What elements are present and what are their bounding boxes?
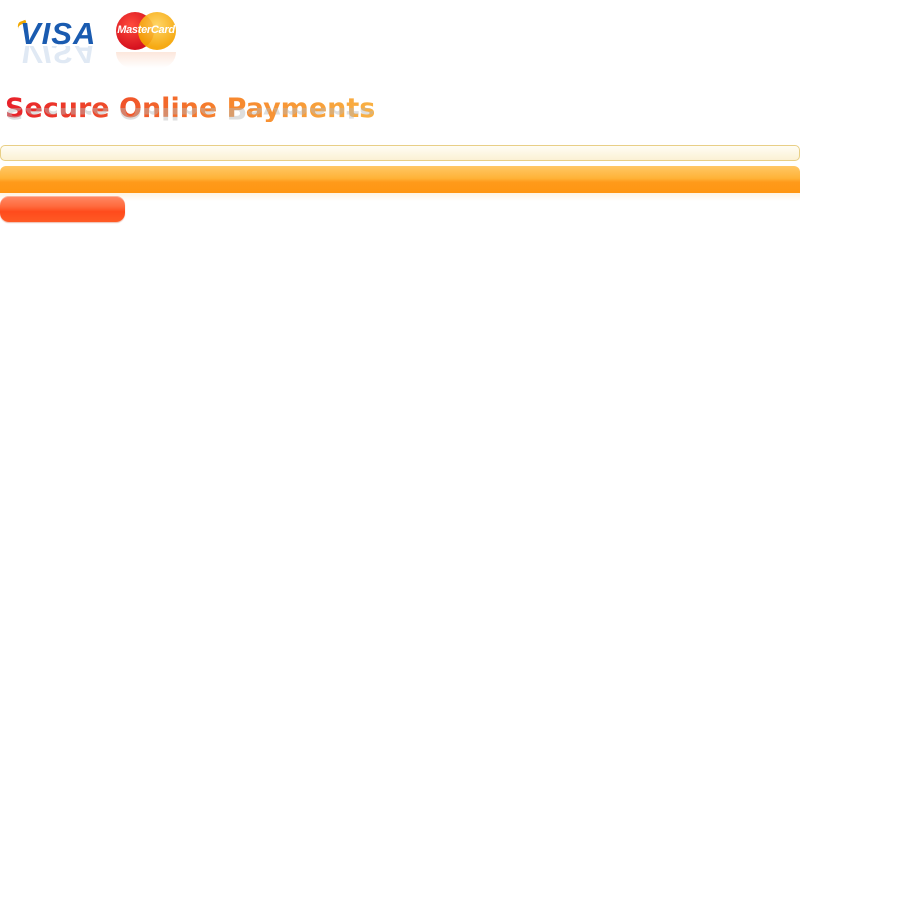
orange-header-bar [0,166,800,193]
page-title-reflection: Secure Online Payments [5,108,375,122]
visa-logo: VISA VISA [16,12,108,68]
page-title-block: Secure Online Payments Secure Online Pay… [5,92,375,138]
mastercard-logo-text: MasterCard [117,24,175,36]
visa-logo-reflection: VISA [20,46,97,68]
visa-logo-text: VISA [20,16,97,51]
card-logos: VISA VISA MasterCard [16,8,188,68]
payment-page: VISA VISA MasterCard Secure Online Payme… [0,0,900,900]
payment-input-field[interactable] [0,145,800,161]
mastercard-logo: MasterCard [114,10,180,68]
mastercard-logo-reflection [116,52,176,68]
submit-button[interactable] [0,196,125,222]
